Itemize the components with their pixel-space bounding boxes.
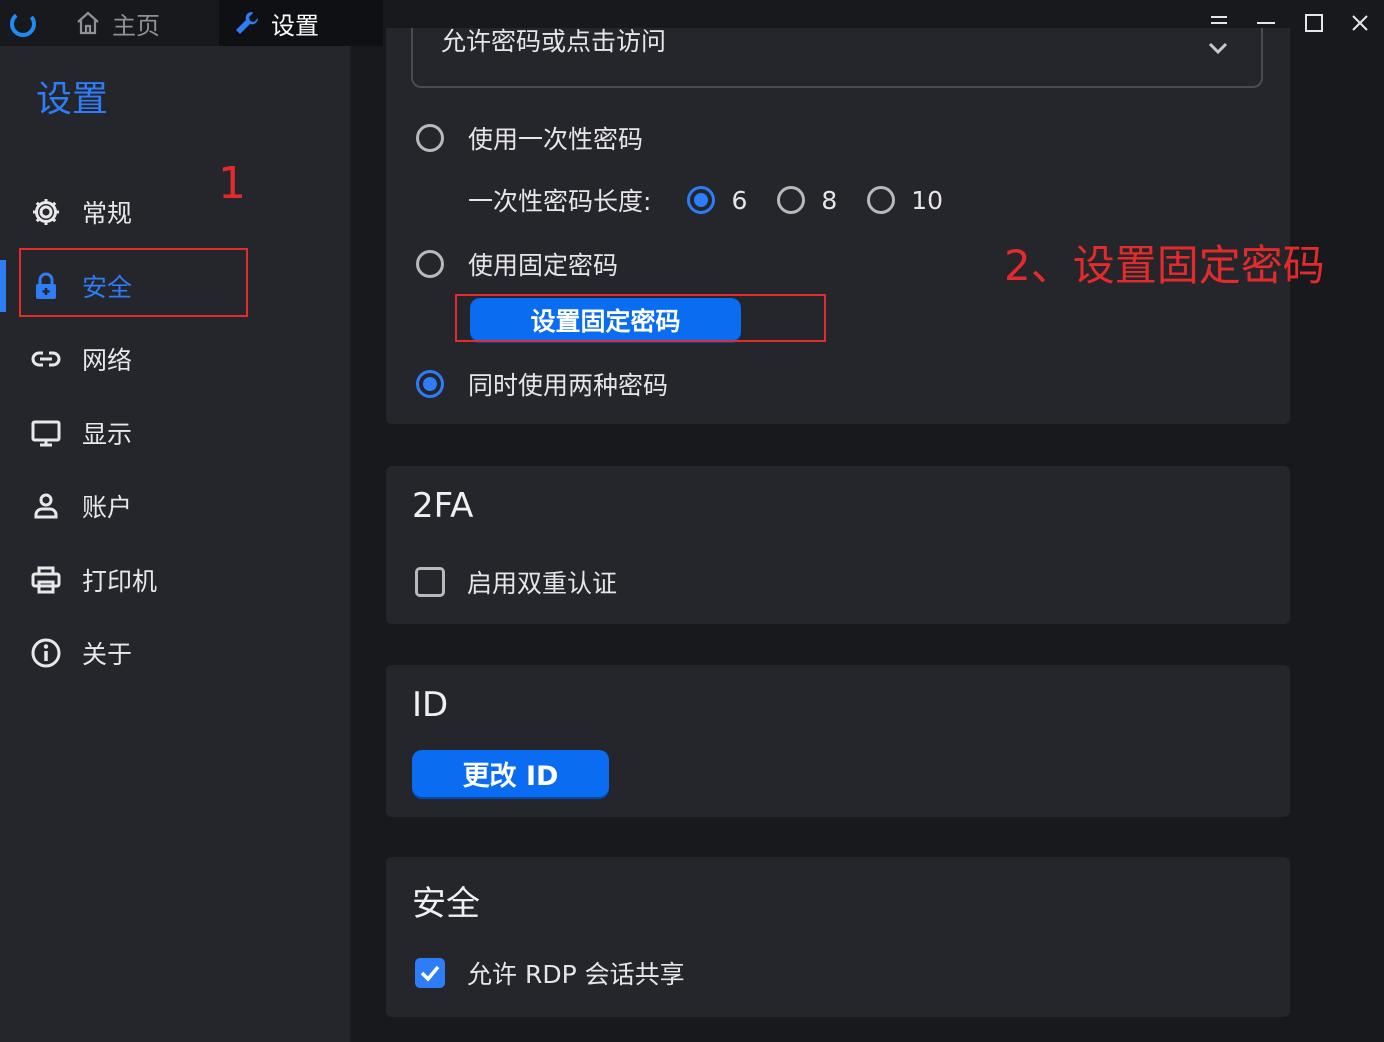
sidebar-item-label: 账户 — [82, 493, 133, 522]
sidebar-item-account[interactable]: 账户 — [0, 476, 350, 536]
sidebar-item-printer[interactable]: 打印机 — [0, 550, 350, 610]
printer-icon — [30, 564, 62, 596]
rdp-share-label: 允许 RDP 会话共享 — [467, 960, 685, 989]
twofa-enable-row[interactable]: 启用双重认证 — [415, 564, 617, 600]
sidebar-item-general[interactable]: 常规 — [0, 182, 350, 242]
radio-length-6[interactable] — [687, 186, 716, 214]
annotation-step-1: 1 — [218, 158, 246, 209]
rdp-checkbox[interactable] — [415, 958, 445, 988]
sidebar-item-display[interactable]: 显示 — [0, 403, 350, 463]
twofa-title: 2FA — [412, 486, 474, 526]
radio-both[interactable] — [416, 370, 444, 398]
radio-length-8[interactable] — [777, 186, 806, 214]
twofa-checkbox[interactable] — [415, 567, 445, 597]
tab-home[interactable]: 主页 — [60, 0, 218, 46]
option-one-time-label: 使用一次性密码 — [468, 125, 644, 154]
sidebar-item-label: 关于 — [82, 640, 133, 669]
sidebar-item-network[interactable]: 网络 — [0, 329, 350, 389]
radio-fixed[interactable] — [416, 250, 444, 278]
rdp-share-row[interactable]: 允许 RDP 会话共享 — [415, 955, 685, 991]
option-fixed-label: 使用固定密码 — [468, 251, 619, 280]
tab-home-label: 主页 — [112, 11, 160, 40]
option-both-passwords[interactable]: 同时使用两种密码 — [416, 366, 668, 402]
password-mode-value: 允许密码或点击访问 — [441, 28, 667, 56]
sidebar-item-label: 显示 — [82, 420, 133, 449]
length-6-label: 6 — [731, 185, 748, 215]
gear-icon — [30, 196, 62, 228]
radio-length-10[interactable] — [867, 186, 896, 214]
option-both-label: 同时使用两种密码 — [468, 371, 669, 400]
close-icon[interactable] — [1345, 8, 1375, 38]
one-time-length-row: 一次性密码长度: 6 8 10 — [468, 182, 943, 218]
wrench-icon — [236, 11, 259, 34]
annotation-box-button — [455, 294, 826, 342]
id-title: ID — [412, 685, 449, 725]
radio-one-time[interactable] — [416, 124, 444, 152]
security-card — [386, 857, 1290, 1017]
security-title: 安全 — [412, 884, 480, 924]
monitor-icon — [30, 417, 62, 449]
sidebar-title: 设置 — [36, 79, 109, 120]
sidebar-item-label: 网络 — [82, 346, 133, 375]
person-icon — [30, 490, 62, 522]
password-mode-select[interactable]: 允许密码或点击访问 — [411, 28, 1263, 88]
info-icon — [30, 637, 62, 669]
length-10-label: 10 — [911, 185, 944, 215]
checkmark-icon — [420, 965, 440, 982]
sidebar-item-label: 打印机 — [82, 567, 158, 596]
option-fixed-password[interactable]: 使用固定密码 — [416, 246, 618, 282]
twofa-card — [386, 466, 1290, 624]
twofa-enable-label: 启用双重认证 — [467, 569, 618, 598]
annotation-box-security — [19, 248, 248, 317]
length-8-label: 8 — [821, 185, 838, 215]
length-label: 一次性密码长度: — [468, 187, 652, 216]
sidebar-item-label: 常规 — [82, 199, 133, 228]
option-one-time-password[interactable]: 使用一次性密码 — [416, 120, 643, 156]
maximize-icon[interactable] — [1299, 8, 1329, 38]
sidebar-item-about[interactable]: 关于 — [0, 623, 350, 683]
tab-settings[interactable]: 设置 — [219, 0, 383, 46]
change-id-button[interactable]: 更改 ID — [412, 750, 609, 797]
chevron-down-icon — [1208, 42, 1228, 55]
app-logo-icon — [10, 11, 36, 37]
link-icon — [30, 343, 62, 375]
home-icon — [77, 11, 99, 35]
tab-settings-label: 设置 — [271, 11, 319, 40]
annotation-step-2: 2、设置固定密码 — [1004, 241, 1325, 290]
